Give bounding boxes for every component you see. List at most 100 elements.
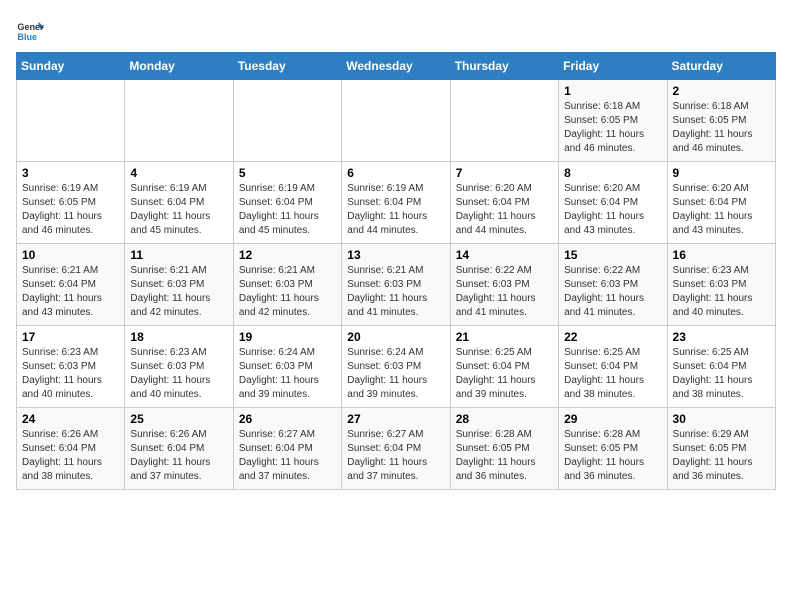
day-number: 15 [564, 248, 661, 262]
day-number: 10 [22, 248, 119, 262]
day-of-week-header: Wednesday [342, 53, 450, 80]
calendar-day-cell [125, 80, 233, 162]
day-info: Sunrise: 6:28 AM Sunset: 6:05 PM Dayligh… [564, 428, 661, 484]
calendar-day-cell: 18 Sunrise: 6:23 AM Sunset: 6:03 PM Dayli… [125, 326, 233, 408]
calendar-day-cell [342, 80, 450, 162]
day-number: 11 [130, 248, 227, 262]
day-number: 29 [564, 412, 661, 426]
calendar-day-cell: 20Sunrise: 6:24 AM Sunset: 6:03 PM Dayli… [342, 326, 450, 408]
calendar-week-row: 1 Sunrise: 6:18 AM Sunset: 6:05 PM Daylig… [17, 80, 776, 162]
day-info: Sunrise: 6:19 AM Sunset: 6:04 PM Dayligh… [347, 182, 444, 238]
day-info: Sunrise: 6:29 AM Sunset: 6:05 PM Dayligh… [673, 428, 770, 484]
calendar-header-row: SundayMondayTuesdayWednesdayThursdayFrid… [17, 53, 776, 80]
day-info: Sunrise: 6:22 AM Sunset: 6:03 PM Dayligh… [456, 264, 553, 320]
day-number: 27 [347, 412, 444, 426]
day-of-week-header: Friday [559, 53, 667, 80]
day-number: 19 [239, 330, 336, 344]
logo-icon: General Blue [16, 16, 44, 44]
calendar-day-cell: 7Sunrise: 6:20 AM Sunset: 6:04 PM Daylig… [450, 162, 558, 244]
calendar-day-cell: 23Sunrise: 6:25 AM Sunset: 6:04 PM Dayli… [667, 326, 775, 408]
day-number: 7 [456, 166, 553, 180]
day-number: 14 [456, 248, 553, 262]
calendar-day-cell: 1 Sunrise: 6:18 AM Sunset: 6:05 PM Daylig… [559, 80, 667, 162]
day-number: 6 [347, 166, 444, 180]
day-info: Sunrise: 6:27 AM Sunset: 6:04 PM Dayligh… [347, 428, 444, 484]
day-number: 26 [239, 412, 336, 426]
day-info: Sunrise: 6:24 AM Sunset: 6:03 PM Dayligh… [239, 346, 336, 402]
calendar-day-cell: 8 Sunrise: 6:20 AM Sunset: 6:04 PM Daylig… [559, 162, 667, 244]
day-info: Sunrise: 6:19 AM Sunset: 6:04 PM Dayligh… [239, 182, 336, 238]
calendar-week-row: 3 Sunrise: 6:19 AM Sunset: 6:05 PM Daylig… [17, 162, 776, 244]
calendar-week-row: 24 Sunrise: 6:26 AM Sunset: 6:04 PM Dayli… [17, 408, 776, 490]
day-number: 28 [456, 412, 553, 426]
calendar-day-cell: 13 Sunrise: 6:21 AM Sunset: 6:03 PM Dayli… [342, 244, 450, 326]
calendar-day-cell: 28 Sunrise: 6:28 AM Sunset: 6:05 PM Dayli… [450, 408, 558, 490]
calendar-day-cell: 24Sunrise: 6:26 AM Sunset: 6:04 PM Dayli… [17, 408, 125, 490]
day-number: 21 [456, 330, 553, 344]
day-info: Sunrise: 6:25 AM Sunset: 6:04 PM Dayligh… [564, 346, 661, 402]
calendar-day-cell: 3 Sunrise: 6:19 AM Sunset: 6:05 PM Daylig… [17, 162, 125, 244]
calendar-day-cell: 25 Sunrise: 6:26 AM Sunset: 6:04 PM Dayli… [125, 408, 233, 490]
day-of-week-header: Saturday [667, 53, 775, 80]
day-info: Sunrise: 6:28 AM Sunset: 6:05 PM Dayligh… [456, 428, 553, 484]
calendar-day-cell: 26 Sunrise: 6:27 AM Sunset: 6:04 PM Dayli… [233, 408, 341, 490]
day-of-week-header: Tuesday [233, 53, 341, 80]
day-number: 18 [130, 330, 227, 344]
calendar-day-cell: 11 Sunrise: 6:21 AM Sunset: 6:03 PM Dayli… [125, 244, 233, 326]
day-info: Sunrise: 6:20 AM Sunset: 6:04 PM Dayligh… [673, 182, 770, 238]
day-number: 30 [673, 412, 770, 426]
calendar-day-cell: 14 Sunrise: 6:22 AM Sunset: 6:03 PM Dayli… [450, 244, 558, 326]
calendar-day-cell: 2 Sunrise: 6:18 AM Sunset: 6:05 PM Daylig… [667, 80, 775, 162]
day-number: 2 [673, 84, 770, 98]
day-info: Sunrise: 6:21 AM Sunset: 6:03 PM Dayligh… [130, 264, 227, 320]
day-info: Sunrise: 6:18 AM Sunset: 6:05 PM Dayligh… [564, 100, 661, 156]
day-info: Sunrise: 6:18 AM Sunset: 6:05 PM Dayligh… [673, 100, 770, 156]
day-number: 24 [22, 412, 119, 426]
day-number: 5 [239, 166, 336, 180]
calendar-day-cell: 22 Sunrise: 6:25 AM Sunset: 6:04 PM Dayli… [559, 326, 667, 408]
day-number: 17 [22, 330, 119, 344]
day-number: 12 [239, 248, 336, 262]
calendar-day-cell: 29 Sunrise: 6:28 AM Sunset: 6:05 PM Dayli… [559, 408, 667, 490]
day-number: 1 [564, 84, 661, 98]
day-info: Sunrise: 6:25 AM Sunset: 6:04 PM Dayligh… [456, 346, 553, 402]
day-number: 3 [22, 166, 119, 180]
calendar-day-cell: 5 Sunrise: 6:19 AM Sunset: 6:04 PM Daylig… [233, 162, 341, 244]
day-info: Sunrise: 6:19 AM Sunset: 6:04 PM Dayligh… [130, 182, 227, 238]
calendar-day-cell: 30 Sunrise: 6:29 AM Sunset: 6:05 PM Dayli… [667, 408, 775, 490]
day-info: Sunrise: 6:23 AM Sunset: 6:03 PM Dayligh… [673, 264, 770, 320]
calendar-week-row: 17 Sunrise: 6:23 AM Sunset: 6:03 PM Dayli… [17, 326, 776, 408]
day-info: Sunrise: 6:21 AM Sunset: 6:03 PM Dayligh… [347, 264, 444, 320]
day-info: Sunrise: 6:20 AM Sunset: 6:04 PM Dayligh… [564, 182, 661, 238]
calendar-day-cell [450, 80, 558, 162]
page-header: General Blue [16, 16, 776, 44]
day-number: 22 [564, 330, 661, 344]
calendar: SundayMondayTuesdayWednesdayThursdayFrid… [16, 52, 776, 490]
calendar-day-cell: 21 Sunrise: 6:25 AM Sunset: 6:04 PM Dayli… [450, 326, 558, 408]
calendar-day-cell [17, 80, 125, 162]
day-number: 4 [130, 166, 227, 180]
day-info: Sunrise: 6:21 AM Sunset: 6:04 PM Dayligh… [22, 264, 119, 320]
day-info: Sunrise: 6:27 AM Sunset: 6:04 PM Dayligh… [239, 428, 336, 484]
day-number: 16 [673, 248, 770, 262]
calendar-day-cell: 9 Sunrise: 6:20 AM Sunset: 6:04 PM Daylig… [667, 162, 775, 244]
day-number: 20 [347, 330, 444, 344]
calendar-day-cell: 6 Sunrise: 6:19 AM Sunset: 6:04 PM Daylig… [342, 162, 450, 244]
day-info: Sunrise: 6:23 AM Sunset: 6:03 PM Dayligh… [22, 346, 119, 402]
calendar-day-cell: 17 Sunrise: 6:23 AM Sunset: 6:03 PM Dayli… [17, 326, 125, 408]
day-info: Sunrise: 6:19 AM Sunset: 6:05 PM Dayligh… [22, 182, 119, 238]
calendar-day-cell: 19 Sunrise: 6:24 AM Sunset: 6:03 PM Dayli… [233, 326, 341, 408]
calendar-day-cell: 16 Sunrise: 6:23 AM Sunset: 6:03 PM Dayli… [667, 244, 775, 326]
day-number: 25 [130, 412, 227, 426]
day-number: 13 [347, 248, 444, 262]
day-info: Sunrise: 6:25 AM Sunset: 6:04 PM Dayligh… [673, 346, 770, 402]
calendar-week-row: 10 Sunrise: 6:21 AM Sunset: 6:04 PM Dayli… [17, 244, 776, 326]
calendar-day-cell: 4 Sunrise: 6:19 AM Sunset: 6:04 PM Daylig… [125, 162, 233, 244]
day-number: 9 [673, 166, 770, 180]
day-number: 8 [564, 166, 661, 180]
day-info: Sunrise: 6:22 AM Sunset: 6:03 PM Dayligh… [564, 264, 661, 320]
day-info: Sunrise: 6:26 AM Sunset: 6:04 PM Dayligh… [130, 428, 227, 484]
day-of-week-header: Sunday [17, 53, 125, 80]
calendar-day-cell: 12Sunrise: 6:21 AM Sunset: 6:03 PM Dayli… [233, 244, 341, 326]
day-info: Sunrise: 6:23 AM Sunset: 6:03 PM Dayligh… [130, 346, 227, 402]
